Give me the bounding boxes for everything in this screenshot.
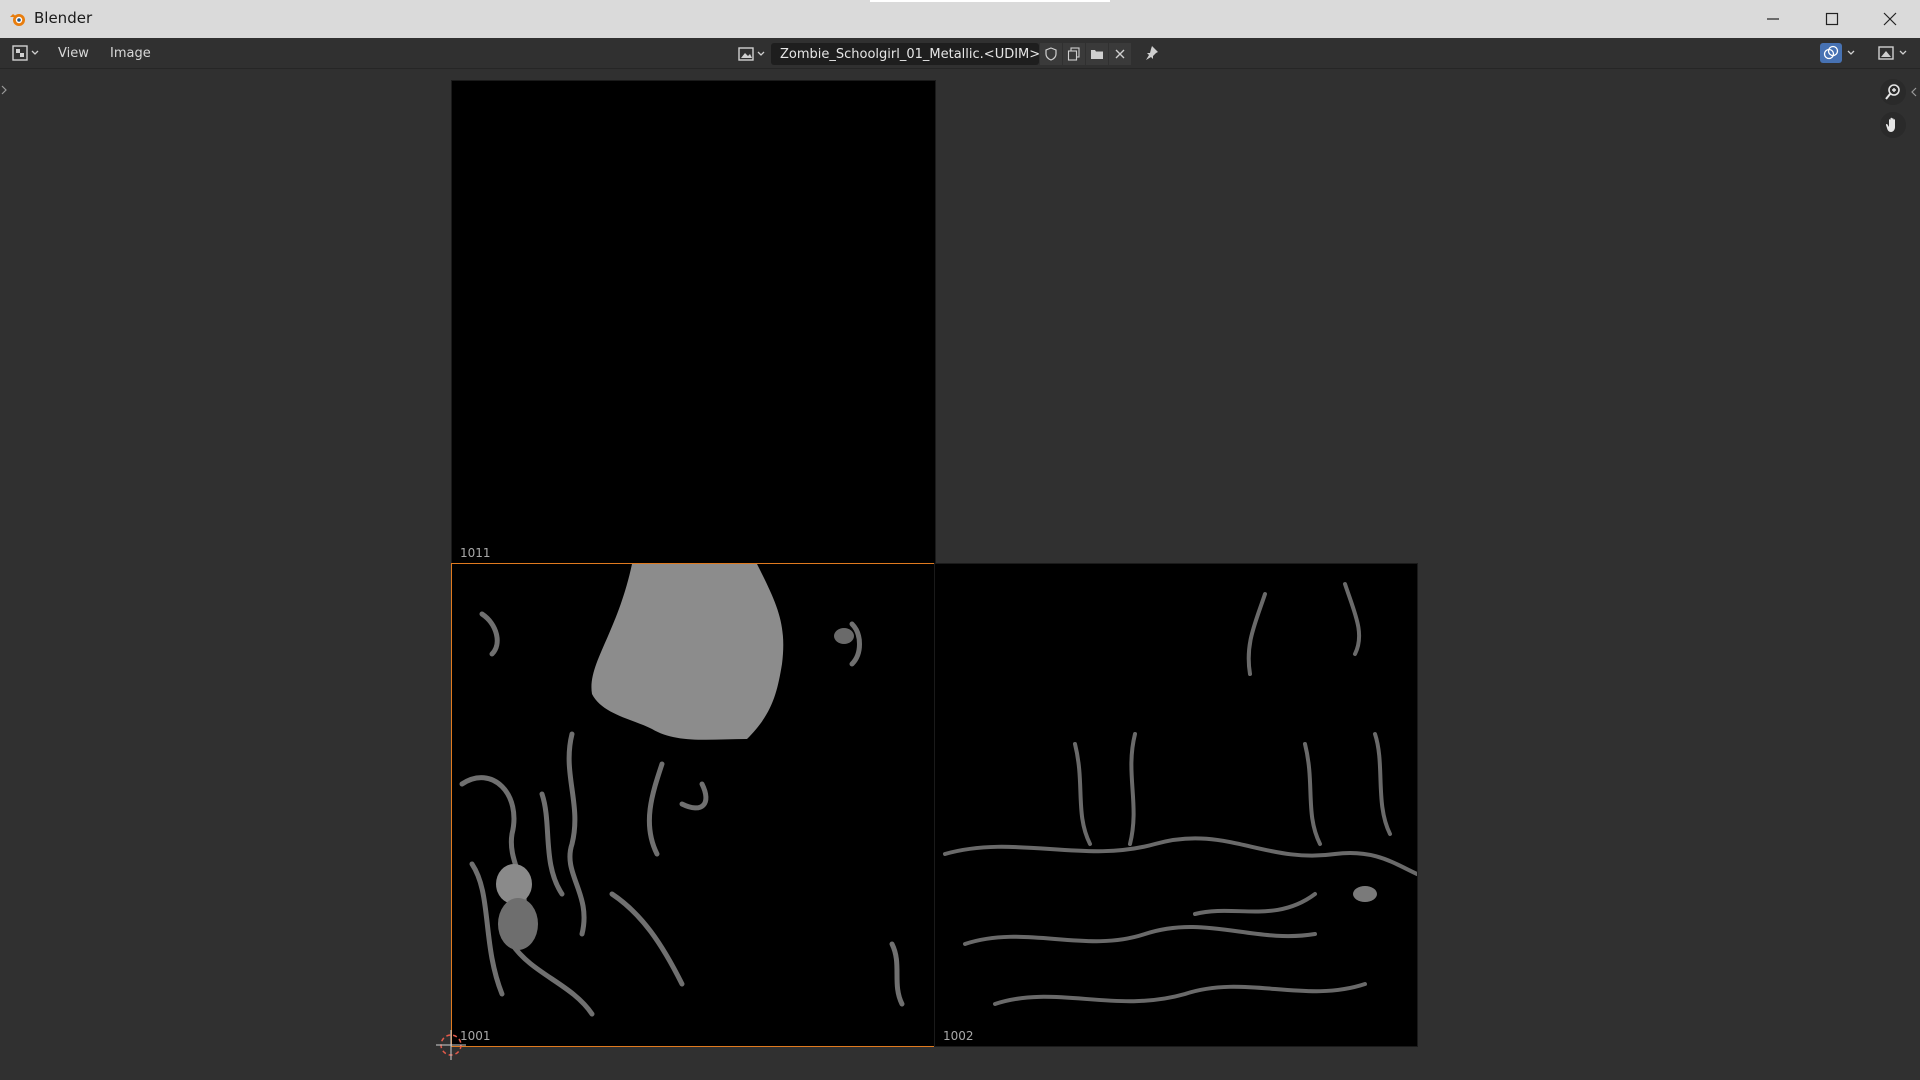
blender-logo-icon <box>10 14 25 26</box>
metallic-texture-1001 <box>459 564 905 1017</box>
image-browse-icon <box>738 47 754 61</box>
zoom-icon <box>1885 84 1900 100</box>
maximize-icon <box>1825 12 1839 26</box>
image-editor-header: View Image Zombie_Schoolgirl_01_Metallic… <box>0 38 1920 69</box>
overlay-icon <box>1823 45 1839 60</box>
new-image-button[interactable] <box>1063 43 1085 65</box>
toolbar-expand-icon[interactable] <box>0 84 8 96</box>
editor-type-selector[interactable] <box>12 44 44 62</box>
pan-view-button[interactable] <box>1880 112 1906 138</box>
minimize-icon <box>1767 18 1779 20</box>
pan-hand-icon <box>1885 117 1895 132</box>
pin-button[interactable] <box>1140 42 1162 64</box>
chevron-down-icon <box>757 51 765 56</box>
fake-user-button[interactable] <box>1040 43 1062 65</box>
open-image-icon <box>1090 50 1103 59</box>
image-name-field[interactable]: Zombie_Schoolgirl_01_Metallic.<UDIM>.png <box>771 43 1039 65</box>
fake-user-icon <box>1045 47 1057 61</box>
zoom-view-button[interactable] <box>1880 79 1906 105</box>
menu-image[interactable]: Image <box>110 42 151 64</box>
close-window-button[interactable] <box>1861 0 1919 38</box>
tile-label: 1011 <box>460 546 491 560</box>
window-titlebar: Blender <box>0 0 1920 38</box>
image-viewport[interactable]: 1011 1001 1002 <box>0 69 1920 1080</box>
overlay-button-bg <box>1820 43 1842 63</box>
metallic-texture-1002 <box>943 582 1417 1006</box>
udim-tile-1011: 1011 <box>451 80 936 564</box>
udim-tile-1002: 1002 <box>934 563 1418 1047</box>
new-image-icon <box>1067 47 1080 61</box>
sidebar-expand-icon[interactable] <box>1910 86 1918 98</box>
window-title: Blender <box>34 9 93 27</box>
browse-image-button[interactable] <box>738 43 770 65</box>
chevron-down-icon <box>31 50 39 55</box>
minimize-button[interactable] <box>1744 0 1802 38</box>
image-editor-icon <box>12 45 28 61</box>
overlay-toggle[interactable] <box>1820 42 1860 64</box>
2d-cursor-icon[interactable] <box>436 1030 466 1060</box>
udim-tile-1001: 1001 <box>451 563 935 1047</box>
chevron-down-icon <box>1847 50 1855 55</box>
titlebar-highlight <box>870 0 1110 2</box>
chevron-down-icon <box>1899 50 1907 55</box>
unlink-icon <box>1115 49 1125 59</box>
menu-view[interactable]: View <box>58 42 89 64</box>
tile-label: 1002 <box>943 1029 974 1043</box>
open-image-button[interactable] <box>1086 43 1108 65</box>
display-channels-selector[interactable] <box>1878 42 1912 64</box>
display-channels-icon <box>1878 46 1894 60</box>
maximize-button[interactable] <box>1803 0 1861 38</box>
unlink-image-button[interactable] <box>1109 43 1131 65</box>
pin-icon <box>1146 46 1158 60</box>
close-icon <box>1883 12 1897 26</box>
